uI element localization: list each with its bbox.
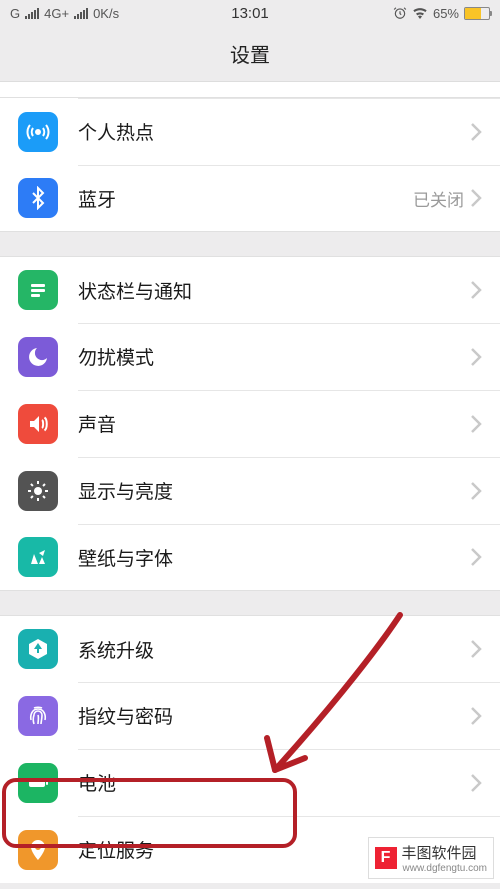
row-bluetooth[interactable]: 蓝牙 已关闭: [0, 165, 500, 232]
chevron-right-icon: [470, 773, 482, 793]
row-value: 已关闭: [413, 186, 464, 211]
chevron-right-icon: [470, 547, 482, 567]
chevron-right-icon: [470, 706, 482, 726]
row-cut-prev[interactable]: [0, 82, 500, 98]
row-hotspot[interactable]: 个人热点: [0, 98, 500, 165]
chevron-right-icon: [470, 639, 482, 659]
row-label: 勿扰模式: [78, 343, 470, 370]
clock: 13:01: [231, 5, 269, 22]
statusbar-icon: [18, 270, 58, 310]
battery-icon: [18, 763, 58, 803]
status-right: 65%: [393, 6, 490, 21]
chevron-right-icon: [470, 347, 482, 367]
chevron-right-icon: [470, 481, 482, 501]
row-display[interactable]: 显示与亮度: [0, 457, 500, 524]
data-rate: 0K/s: [93, 6, 119, 21]
row-statusbar[interactable]: 状态栏与通知: [0, 256, 500, 323]
chevron-right-icon: [470, 414, 482, 434]
hotspot-icon: [18, 112, 58, 152]
row-label: 指纹与密码: [78, 702, 470, 729]
row-dnd[interactable]: 勿扰模式: [0, 323, 500, 390]
page-title: 设置: [230, 39, 270, 68]
signal-icon: [25, 8, 39, 19]
row-label: 状态栏与通知: [78, 277, 470, 304]
wallpaper-icon: [18, 537, 58, 577]
battery-level-icon: [464, 7, 490, 20]
row-label: 系统升级: [78, 636, 470, 663]
signal-icon-2: [74, 8, 88, 19]
row-sound[interactable]: 声音: [0, 390, 500, 457]
network-type: 4G+: [44, 6, 69, 21]
row-battery[interactable]: 电池: [0, 749, 500, 816]
watermark: F 丰图软件园 www.dgfengtu.com: [368, 837, 495, 879]
row-label: 蓝牙: [78, 185, 413, 212]
status-left: G 4G+ 0K/s: [10, 6, 119, 21]
watermark-logo: F: [375, 847, 397, 869]
display-icon: [18, 471, 58, 511]
bluetooth-icon: [18, 178, 58, 218]
row-label: 壁纸与字体: [78, 544, 470, 571]
page-header: 设置: [0, 26, 500, 82]
update-icon: [18, 629, 58, 669]
watermark-url: www.dgfengtu.com: [403, 863, 488, 874]
chevron-right-icon: [470, 280, 482, 300]
chevron-right-icon: [470, 188, 482, 208]
watermark-name: 丰图软件园: [402, 842, 488, 863]
sound-icon: [18, 404, 58, 444]
row-label: 声音: [78, 410, 470, 437]
wifi-icon: [412, 7, 428, 19]
chevron-right-icon: [470, 122, 482, 142]
row-update[interactable]: 系统升级: [0, 615, 500, 682]
settings-list[interactable]: 个人热点 蓝牙 已关闭 状态栏与通知 勿扰模式 声音 显: [0, 82, 500, 889]
row-label: 电池: [78, 769, 470, 796]
row-label: 显示与亮度: [78, 477, 470, 504]
fingerprint-icon: [18, 696, 58, 736]
dnd-icon: [18, 337, 58, 377]
alarm-icon: [393, 6, 407, 20]
location-icon: [18, 830, 58, 870]
row-wallpaper[interactable]: 壁纸与字体: [0, 524, 500, 591]
row-fingerprint[interactable]: 指纹与密码: [0, 682, 500, 749]
status-bar: G 4G+ 0K/s 13:01 65%: [0, 0, 500, 26]
battery-pct: 65%: [433, 6, 459, 21]
carrier-label: G: [10, 6, 20, 21]
row-label: 个人热点: [78, 118, 470, 145]
